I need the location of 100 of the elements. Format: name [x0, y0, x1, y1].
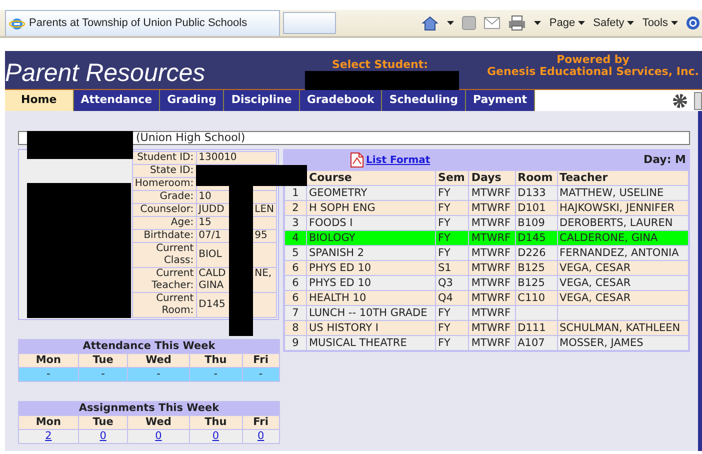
attendance-value: -	[78, 368, 128, 382]
caret-icon[interactable]	[534, 21, 542, 25]
printer-icon[interactable]	[508, 15, 526, 31]
nav-tab[interactable]: Grading	[160, 90, 224, 111]
school-name: (Union High School)	[136, 130, 246, 146]
schedule-row[interactable]: 3 FOODS I FY MTWRF B109 DEROBERTS, LAUREN	[284, 216, 688, 230]
period-cell: 4	[284, 230, 306, 246]
assignment-count-link[interactable]: 0	[212, 430, 219, 442]
period-cell: 6	[284, 290, 306, 306]
toolbar-menu[interactable]: Tools	[642, 14, 668, 32]
home-icon[interactable]	[421, 15, 440, 31]
table-cell: PHYS ED 10	[306, 276, 436, 290]
table-cell: D145	[515, 230, 558, 246]
table-cell: FOODS I	[306, 216, 436, 230]
info-label: Current Class:	[132, 242, 196, 268]
table-cell: GEOMETRY	[306, 186, 436, 200]
help-icon[interactable]	[686, 16, 700, 30]
info-label: Homeroom:	[132, 178, 196, 190]
toolbar-menu[interactable]: Safety	[593, 14, 624, 32]
caret-icon[interactable]	[627, 21, 634, 25]
table-cell: FY	[436, 200, 469, 216]
period-cell: 3	[284, 216, 306, 230]
attendance-value: -	[18, 368, 78, 382]
powered-by-text: Genesis Educational Services, Inc.	[487, 66, 699, 78]
info-label: Birthdate:	[132, 230, 196, 242]
table-cell: FY	[436, 186, 469, 200]
site-title: Parent Resources	[5, 61, 206, 86]
table-cell: MTWRF	[468, 246, 516, 260]
schedule-row[interactable]: 1 GEOMETRY FY MTWRF D133 MATTHEW, USELINE	[284, 186, 688, 200]
period-cell: 6	[284, 276, 306, 290]
schedule-row[interactable]: 7 LUNCH -- 10TH GRADE FY MTWRF	[284, 306, 688, 320]
table-cell: US HISTORY I	[306, 320, 436, 336]
table-cell: PHYS ED 10	[306, 260, 436, 276]
assignment-count-link[interactable]: 0	[100, 430, 106, 442]
pdf-icon	[350, 152, 364, 168]
browser-logo-icon	[9, 16, 25, 32]
assignment-count-link[interactable]: 0	[257, 430, 264, 442]
day-header: Fri	[242, 416, 280, 430]
mail-icon[interactable]	[484, 17, 500, 29]
table-cell: MTWRF	[468, 276, 516, 290]
schedule-row[interactable]: 2 H SOPH ENG FY MTWRF D101 HAJKOWSKI, JENNIFER	[284, 200, 688, 216]
table-cell: MTWRF	[468, 306, 516, 320]
table-cell: B109	[515, 216, 558, 230]
table-cell: HAJKOWSKI, JENNIFER	[557, 200, 688, 216]
assignment-count-link[interactable]: 2	[45, 430, 52, 442]
toolbar-menu[interactable]: Page	[549, 14, 576, 32]
schedule-row[interactable]: 8 US HISTORY I FY MTWRF D111 SCHULMAN, KATHLEEN	[284, 320, 688, 336]
table-cell: VEGA, CESAR	[557, 260, 688, 276]
table-cell: H SOPH ENG	[306, 200, 436, 216]
nav-tab[interactable]: Payment	[466, 90, 536, 111]
period-cell: 8	[284, 320, 306, 336]
table-cell: MUSICAL THEATRE	[306, 336, 436, 350]
table-cell: FERNANDEZ, ANTONIA	[557, 246, 688, 260]
schedule-row[interactable]: 9 MUSICAL THEATRE FY MTWRF A107 MOSSER, JAMES	[284, 336, 688, 350]
day-header: Fri	[242, 354, 280, 368]
info-value: 130010	[196, 152, 276, 164]
table-cell: FY	[436, 320, 469, 336]
info-label: Student ID:	[132, 152, 196, 164]
table-cell: FY	[436, 230, 469, 246]
period-cell: 9	[284, 336, 306, 350]
table-cell: MOSSER, JAMES	[557, 336, 688, 350]
table-cell: VEGA, CESAR	[557, 290, 688, 306]
exit-icon[interactable]	[694, 92, 702, 110]
column-header: Room	[515, 170, 558, 186]
browser-tab[interactable]: Parents at Township of Union Public Schools	[5, 10, 280, 36]
schedule-row[interactable]: 6 PHYS ED 10 S1 MTWRF B125 VEGA, CESAR	[284, 260, 688, 276]
nav-tab[interactable]: Home	[5, 90, 74, 111]
info-label: Counselor:	[132, 204, 196, 216]
attendance-value: -	[189, 368, 242, 382]
table-cell: MTWRF	[468, 320, 516, 336]
nav-tab[interactable]: Attendance	[74, 90, 160, 111]
schedule-row[interactable]: 6 HEALTH 10 Q4 MTWRF C110 VEGA, CESAR	[284, 290, 688, 306]
attendance-title: Attendance This Week	[18, 340, 280, 354]
table-cell: Q4	[436, 290, 469, 306]
assignment-count-link[interactable]: 0	[155, 430, 162, 442]
column-header: Course	[306, 170, 436, 186]
schedule-row[interactable]: 6 PHYS ED 10 Q3 MTWRF B125 VEGA, CESAR	[284, 276, 688, 290]
caret-icon[interactable]	[671, 21, 678, 25]
table-cell: FY	[436, 306, 469, 320]
period-cell: 7	[284, 306, 306, 320]
list-format-link[interactable]: List Format	[366, 153, 430, 168]
table-cell: B125	[515, 260, 558, 276]
attendance-value: -	[242, 368, 280, 382]
table-cell: CALDERONE, GINA	[557, 230, 688, 246]
nav-tab[interactable]: Scheduling	[382, 90, 466, 111]
info-label: Grade:	[132, 190, 196, 204]
day-header: Wed	[128, 416, 190, 430]
table-cell: MTWRF	[468, 290, 516, 306]
day-header: Mon	[18, 354, 78, 368]
table-cell: C110	[515, 290, 558, 306]
schedule-row[interactable]: 5 SPANISH 2 FY MTWRF D226 FERNANDEZ, ANTONIA	[284, 246, 688, 260]
settings-icon[interactable]	[672, 92, 688, 108]
table-cell: MTWRF	[468, 260, 516, 276]
schedule-row[interactable]: 4 BIOLOGY FY MTWRF D145 CALDERONE, GINA	[284, 230, 688, 246]
caret-icon[interactable]	[447, 21, 454, 25]
day-header: Tue	[78, 416, 128, 430]
nav-tab[interactable]: Gradebook	[300, 90, 382, 111]
select-student-label: Select Student:	[332, 59, 428, 71]
caret-icon[interactable]	[578, 21, 586, 25]
nav-tab[interactable]: Discipline	[224, 90, 300, 111]
